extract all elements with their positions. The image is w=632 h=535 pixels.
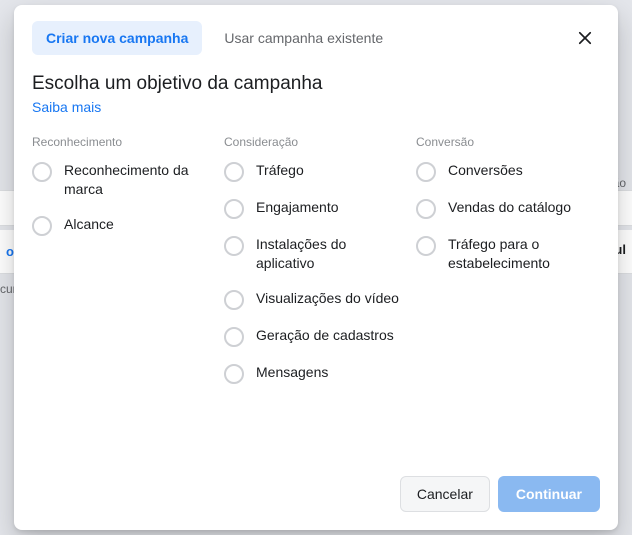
radio-icon bbox=[224, 199, 244, 219]
column-consideration: Consideração Tráfego Engajamento Instala… bbox=[224, 135, 408, 400]
option-label: Tráfego para o estabelecimento bbox=[448, 235, 600, 273]
column-awareness: Reconhecimento Reconhecimento da marca A… bbox=[32, 135, 216, 400]
modal-title: Escolha um objetivo da campanha bbox=[32, 73, 600, 95]
radio-icon bbox=[224, 290, 244, 310]
tab-use-existing[interactable]: Usar campanha existente bbox=[210, 21, 397, 55]
modal-header: Criar nova campanha Usar campanha existe… bbox=[14, 5, 618, 65]
close-icon bbox=[576, 29, 594, 47]
radio-icon bbox=[416, 236, 436, 256]
objective-option[interactable]: Alcance bbox=[32, 215, 216, 236]
objective-option[interactable]: Instalações do aplicativo bbox=[224, 235, 408, 273]
column-header: Consideração bbox=[224, 135, 408, 149]
objective-option[interactable]: Mensagens bbox=[224, 363, 408, 384]
tab-create-new[interactable]: Criar nova campanha bbox=[32, 21, 202, 55]
objective-option[interactable]: Tráfego para o estabelecimento bbox=[416, 235, 600, 273]
radio-icon bbox=[416, 162, 436, 182]
column-header: Conversão bbox=[416, 135, 600, 149]
option-label: Mensagens bbox=[256, 363, 334, 382]
option-label: Geração de cadastros bbox=[256, 326, 400, 345]
radio-icon bbox=[32, 162, 52, 182]
radio-icon bbox=[224, 236, 244, 256]
objective-columns: Reconhecimento Reconhecimento da marca A… bbox=[32, 135, 600, 400]
continue-button[interactable]: Continuar bbox=[498, 476, 600, 512]
option-label: Visualizações do vídeo bbox=[256, 289, 405, 308]
radio-icon bbox=[224, 327, 244, 347]
objective-option[interactable]: Engajamento bbox=[224, 198, 408, 219]
option-label: Alcance bbox=[64, 215, 120, 234]
option-label: Engajamento bbox=[256, 198, 345, 217]
radio-icon bbox=[224, 162, 244, 182]
objective-option[interactable]: Reconhecimento da marca bbox=[32, 161, 216, 199]
column-conversion: Conversão Conversões Vendas do catálogo … bbox=[416, 135, 600, 400]
modal-footer: Cancelar Continuar bbox=[14, 462, 618, 530]
objective-option[interactable]: Geração de cadastros bbox=[224, 326, 408, 347]
column-header: Reconhecimento bbox=[32, 135, 216, 149]
option-label: Conversões bbox=[448, 161, 529, 180]
create-campaign-modal: Criar nova campanha Usar campanha existe… bbox=[14, 5, 618, 530]
option-label: Instalações do aplicativo bbox=[256, 235, 408, 273]
close-button[interactable] bbox=[570, 23, 600, 53]
objective-option[interactable]: Vendas do catálogo bbox=[416, 198, 600, 219]
option-label: Vendas do catálogo bbox=[448, 198, 577, 217]
radio-icon bbox=[32, 216, 52, 236]
learn-more-link[interactable]: Saiba mais bbox=[32, 99, 101, 115]
option-label: Tráfego bbox=[256, 161, 310, 180]
modal-content: Escolha um objetivo da campanha Saiba ma… bbox=[14, 65, 618, 462]
radio-icon bbox=[416, 199, 436, 219]
objective-option[interactable]: Visualizações do vídeo bbox=[224, 289, 408, 310]
cancel-button[interactable]: Cancelar bbox=[400, 476, 490, 512]
objective-option[interactable]: Conversões bbox=[416, 161, 600, 182]
option-label: Reconhecimento da marca bbox=[64, 161, 216, 199]
objective-option[interactable]: Tráfego bbox=[224, 161, 408, 182]
radio-icon bbox=[224, 364, 244, 384]
